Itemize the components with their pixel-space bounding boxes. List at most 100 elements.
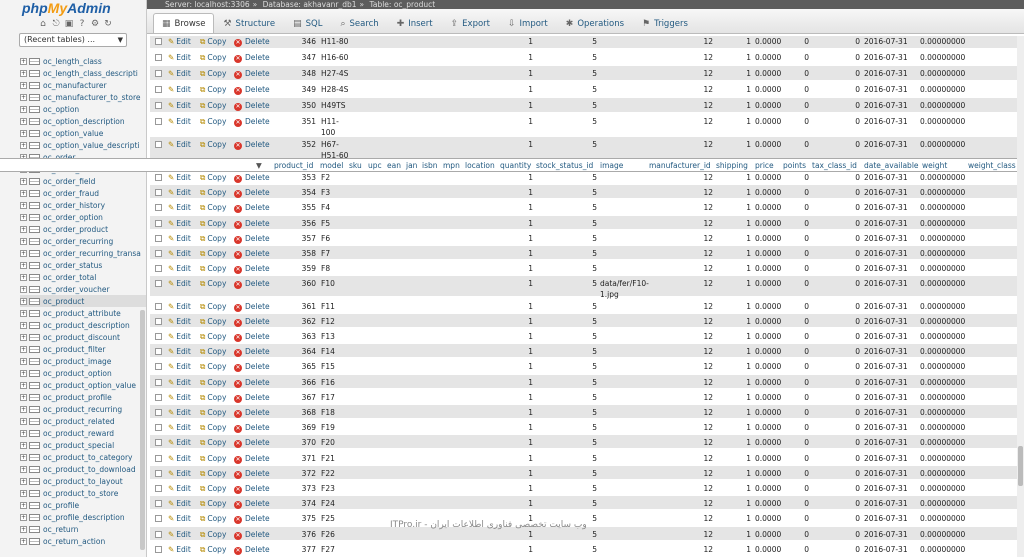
- delete-button[interactable]: ✕ Delete: [234, 407, 270, 418]
- edit-button[interactable]: ✎ Edit: [168, 483, 191, 494]
- sidebar-table-item[interactable]: + oc_product_profile: [20, 391, 146, 403]
- sidebar-table-item[interactable]: + oc_order_field: [20, 175, 146, 187]
- breadcrumb-server[interactable]: Server: localhost:3306: [165, 0, 250, 9]
- copy-button[interactable]: ⧉ Copy: [200, 544, 226, 555]
- sidebar-table-item[interactable]: + oc_length_class_descripti: [20, 67, 146, 79]
- copy-button[interactable]: ⧉ Copy: [200, 263, 226, 274]
- edit-button[interactable]: ✎ Edit: [168, 544, 191, 555]
- delete-button[interactable]: ✕ Delete: [234, 346, 270, 358]
- sidebar-table-item[interactable]: + oc_return_action: [20, 535, 146, 547]
- tab-sql[interactable]: ▤ SQL: [284, 13, 331, 33]
- edit-button[interactable]: ✎ Edit: [168, 453, 191, 464]
- copy-button[interactable]: ⧉ Copy: [200, 116, 226, 127]
- edit-button[interactable]: ✎ Edit: [168, 263, 191, 274]
- sidebar-table-item[interactable]: + oc_product: [20, 295, 146, 307]
- expand-icon[interactable]: +: [20, 477, 27, 485]
- delete-button[interactable]: ✕ Delete: [234, 437, 270, 449]
- edit-button[interactable]: ✎ Edit: [168, 139, 191, 150]
- expand-icon[interactable]: +: [20, 177, 27, 185]
- delete-button[interactable]: ✕ Delete: [234, 68, 270, 79]
- expand-icon[interactable]: +: [20, 513, 27, 521]
- row-checkbox[interactable]: [155, 500, 162, 508]
- delete-button[interactable]: ✕ Delete: [234, 544, 270, 555]
- sidebar-table-item[interactable]: + oc_product_reward: [20, 427, 146, 439]
- copy-button[interactable]: ⧉ Copy: [200, 361, 226, 372]
- delete-button[interactable]: ✕ Delete: [234, 116, 270, 127]
- row-checkbox[interactable]: [155, 204, 162, 212]
- help-icon[interactable]: ?: [77, 19, 87, 29]
- delete-button[interactable]: ✕ Delete: [234, 316, 270, 327]
- row-checkbox[interactable]: [155, 469, 162, 477]
- expand-icon[interactable]: +: [20, 129, 27, 137]
- expand-icon[interactable]: +: [20, 213, 27, 221]
- expand-icon[interactable]: +: [20, 69, 27, 77]
- expand-icon[interactable]: +: [20, 225, 27, 233]
- edit-button[interactable]: ✎ Edit: [168, 100, 191, 111]
- delete-button[interactable]: ✕ Delete: [234, 513, 270, 525]
- edit-button[interactable]: ✎ Edit: [168, 36, 191, 47]
- copy-button[interactable]: ⧉ Copy: [200, 139, 226, 150]
- edit-button[interactable]: ✎ Edit: [168, 218, 191, 229]
- sidebar-table-item[interactable]: + oc_product_discount: [20, 331, 146, 343]
- sidebar-table-item[interactable]: + oc_option_value_descripti: [20, 139, 146, 151]
- row-checkbox[interactable]: [155, 280, 162, 288]
- delete-button[interactable]: ✕ Delete: [234, 263, 270, 275]
- expand-icon[interactable]: +: [20, 141, 27, 149]
- edit-button[interactable]: ✎ Edit: [168, 278, 191, 289]
- delete-button[interactable]: ✕ Delete: [234, 422, 270, 434]
- sidebar-table-item[interactable]: + oc_order_history: [20, 199, 146, 211]
- delete-button[interactable]: ✕ Delete: [234, 100, 270, 111]
- column-header-manufacturer-id[interactable]: manufacturer_id: [649, 159, 711, 172]
- copy-button[interactable]: ⧉ Copy: [200, 377, 226, 388]
- copy-button[interactable]: ⧉ Copy: [200, 100, 226, 111]
- expand-icon[interactable]: +: [20, 381, 27, 389]
- expand-icon[interactable]: +: [20, 429, 27, 437]
- sidebar-table-item[interactable]: + oc_manufacturer: [20, 79, 146, 91]
- expand-icon[interactable]: +: [20, 309, 27, 317]
- expand-icon[interactable]: +: [20, 333, 27, 341]
- row-checkbox[interactable]: [155, 38, 162, 45]
- copy-button[interactable]: ⧉ Copy: [200, 316, 226, 327]
- copy-button[interactable]: ⧉ Copy: [200, 278, 226, 289]
- copy-button[interactable]: ⧉ Copy: [200, 453, 226, 464]
- edit-button[interactable]: ✎ Edit: [168, 116, 191, 127]
- edit-button[interactable]: ✎ Edit: [168, 172, 191, 183]
- delete-button[interactable]: ✕ Delete: [234, 453, 270, 464]
- sidebar-table-item[interactable]: + oc_order_total: [20, 271, 146, 283]
- delete-button[interactable]: ✕ Delete: [234, 331, 270, 342]
- edit-button[interactable]: ✎ Edit: [168, 301, 191, 312]
- sidebar-table-item[interactable]: + oc_product_to_category: [20, 451, 146, 463]
- page-scrollbar-thumb[interactable]: [1018, 446, 1023, 486]
- recent-tables-select[interactable]: (Recent tables) ... ▼: [19, 33, 127, 47]
- delete-button[interactable]: ✕ Delete: [234, 483, 270, 494]
- column-header-tax-class-id[interactable]: tax_class_id: [812, 159, 857, 172]
- column-header-model[interactable]: model: [320, 159, 343, 172]
- row-checkbox[interactable]: [155, 141, 162, 148]
- copy-button[interactable]: ⧉ Copy: [200, 187, 226, 198]
- delete-button[interactable]: ✕ Delete: [234, 202, 270, 214]
- edit-button[interactable]: ✎ Edit: [168, 468, 191, 479]
- sidebar-table-item[interactable]: + oc_product_filter: [20, 343, 146, 355]
- row-checkbox[interactable]: [155, 174, 162, 181]
- copy-button[interactable]: ⧉ Copy: [200, 218, 226, 229]
- delete-button[interactable]: ✕ Delete: [234, 278, 270, 290]
- expand-icon[interactable]: +: [20, 369, 27, 377]
- copy-button[interactable]: ⧉ Copy: [200, 68, 226, 79]
- row-checkbox[interactable]: [155, 54, 162, 61]
- column-header-mpn[interactable]: mpn: [443, 159, 460, 172]
- row-checkbox[interactable]: [155, 409, 162, 416]
- sidebar-table-item[interactable]: + oc_product_to_download: [20, 463, 146, 475]
- expand-icon[interactable]: +: [20, 345, 27, 353]
- row-checkbox[interactable]: [155, 378, 162, 386]
- edit-button[interactable]: ✎ Edit: [168, 513, 191, 524]
- sidebar-table-item[interactable]: + oc_return: [20, 523, 146, 535]
- copy-button[interactable]: ⧉ Copy: [200, 513, 226, 524]
- column-header-price[interactable]: price: [755, 159, 774, 172]
- row-checkbox[interactable]: [155, 234, 162, 242]
- delete-button[interactable]: ✕ Delete: [234, 172, 270, 183]
- column-header-weight[interactable]: weight: [922, 159, 947, 172]
- row-checkbox[interactable]: [155, 250, 162, 257]
- row-checkbox[interactable]: [155, 102, 162, 109]
- sidebar-table-item[interactable]: + oc_order_recurring: [20, 235, 146, 247]
- row-checkbox[interactable]: [155, 545, 162, 553]
